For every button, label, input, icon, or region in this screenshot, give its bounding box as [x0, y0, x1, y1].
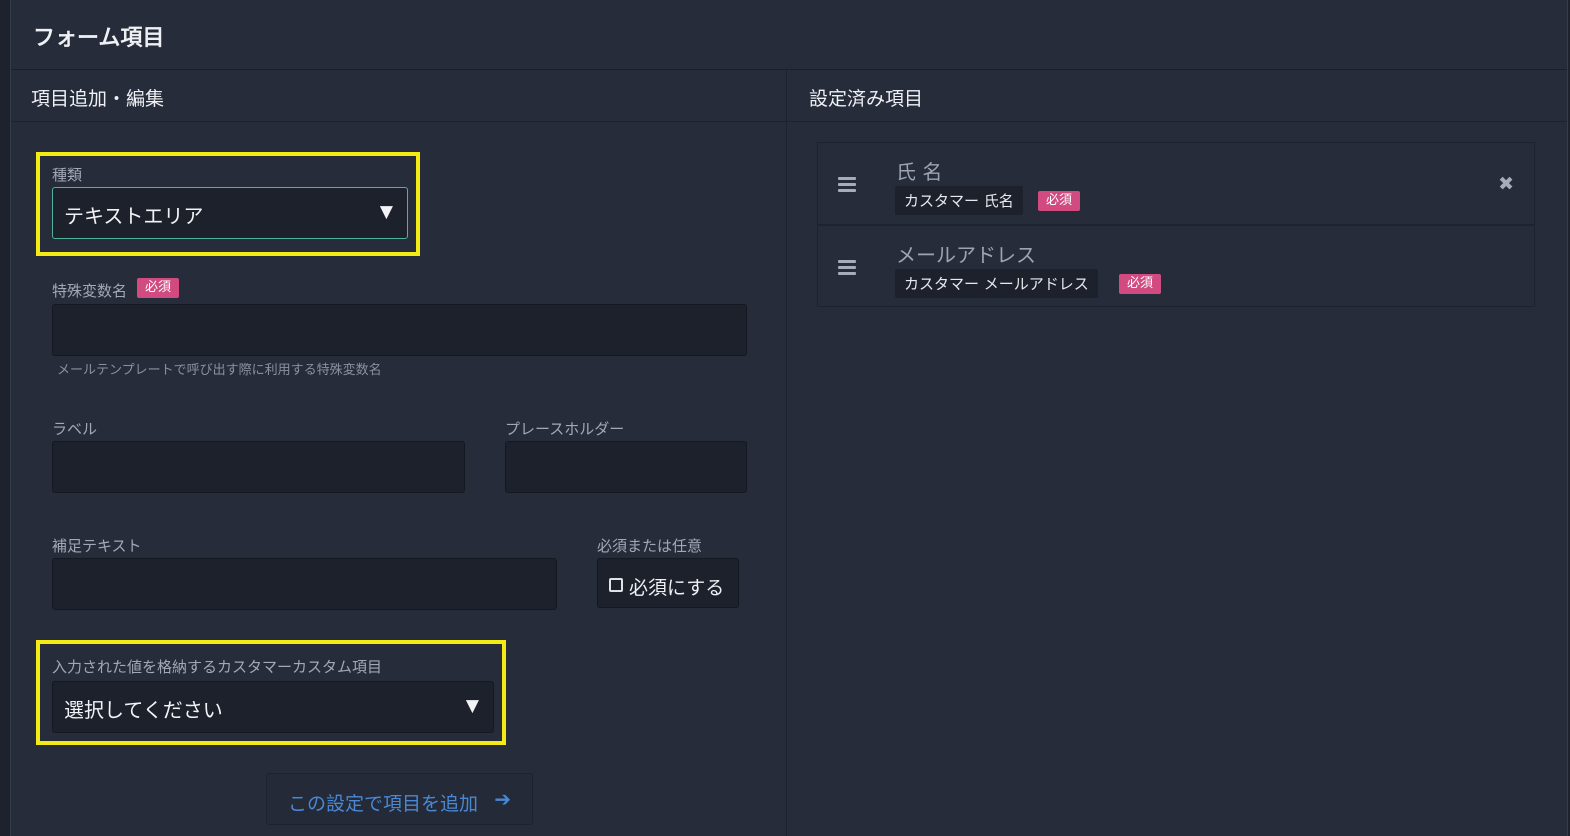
required-badge: 必須 [137, 278, 180, 298]
custom-field-select-value: 選択してください [64, 698, 223, 722]
editor-header: 項目追加・編集 [11, 70, 786, 122]
required-checkbox-label: 必須にする [629, 577, 725, 599]
configured-item[interactable]: 氏 名 カスタマー 氏名 必須 ✖ [817, 142, 1535, 225]
item-tag: カスタマー メールアドレス [895, 269, 1098, 298]
variable-hint: メールテンプレートで呼び出す際に利用する特殊変数名 [57, 363, 382, 378]
add-item-button[interactable]: この設定で項目を追加 ➔ [266, 773, 533, 825]
caret-down-icon: ▼ [379, 202, 393, 222]
configured-header: 設定済み項目 [787, 70, 1567, 122]
placeholder-field-label: プレースホルダー [505, 420, 625, 438]
required-field-label: 必須または任意 [597, 537, 703, 555]
configured-item[interactable]: メールアドレス カスタマー メールアドレス 必須 [817, 225, 1535, 307]
drag-handle-icon[interactable] [838, 260, 856, 278]
required-badge: 必須 [1119, 274, 1162, 294]
placeholder-input[interactable] [505, 441, 747, 493]
type-select-value: テキストエリア [64, 204, 204, 228]
form-items-panel: フォーム項目 項目追加・編集 種類 テキストエリア ▼ 特殊変数名 必須 メール… [10, 0, 1568, 836]
drag-handle-icon[interactable] [838, 177, 856, 195]
item-name: メールアドレス [896, 243, 1036, 267]
caret-down-icon: ▼ [465, 696, 479, 716]
custom-field-select[interactable]: 選択してください ▼ [52, 681, 494, 733]
add-item-button-label: この設定で項目を追加 [288, 793, 479, 815]
checkbox-icon[interactable] [609, 578, 623, 592]
label-input[interactable] [52, 441, 465, 493]
item-name: 氏 名 [896, 160, 943, 184]
note-input[interactable] [52, 558, 557, 610]
editor-title: 項目追加・編集 [31, 88, 165, 110]
type-select[interactable]: テキストエリア ▼ [52, 187, 408, 239]
close-icon[interactable]: ✖ [1498, 173, 1514, 195]
configured-title: 設定済み項目 [809, 88, 924, 110]
item-tag: カスタマー 氏名 [895, 186, 1023, 215]
variable-input[interactable] [52, 304, 747, 356]
editor-section: 項目追加・編集 種類 テキストエリア ▼ 特殊変数名 必須 メールテンプレートで… [11, 70, 787, 836]
configured-section: 設定済み項目 氏 名 カスタマー 氏名 必須 ✖ メールアドレス カスタマー メ… [787, 70, 1567, 836]
required-badge: 必須 [1038, 191, 1081, 211]
required-checkbox[interactable]: 必須にする [597, 558, 739, 608]
note-field-label: 補足テキスト [52, 537, 142, 555]
page-title: フォーム項目 [33, 26, 165, 51]
variable-label: 特殊変数名 [52, 282, 128, 300]
label-field-label: ラベル [52, 420, 98, 438]
custom-field-label: 入力された値を格納するカスタマーカスタム項目 [52, 658, 383, 676]
type-label: 種類 [52, 166, 83, 184]
arrow-right-icon: ➔ [494, 787, 511, 811]
panel-header: フォーム項目 [11, 0, 1567, 70]
